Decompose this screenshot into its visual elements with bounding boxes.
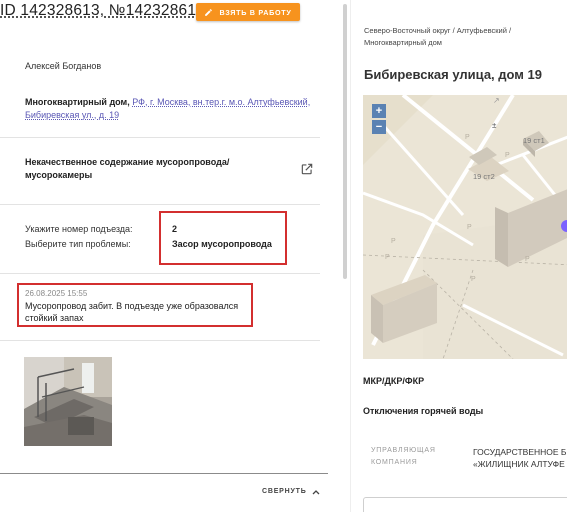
breadcrumb: Северо-Восточный округ / Алтуфьевский / … (364, 26, 512, 47)
zoom-in-button[interactable]: + (372, 104, 386, 118)
management-company-label: УПРАВЛЯЮЩАЯ КОМПАНИЯ (371, 447, 436, 466)
map-parking-label: P (525, 256, 530, 263)
ticket-id-title[interactable]: ID 142328613, №142328613 (0, 2, 205, 20)
zoom-out-button[interactable]: − (372, 120, 386, 134)
take-to-work-button[interactable]: ВЗЯТЬ В РАБОТУ (196, 3, 300, 21)
author-name: Алексей Богданов (25, 61, 102, 71)
map-parking-label: P (391, 238, 396, 245)
map-parking-label: P (467, 224, 472, 231)
bottom-card (363, 497, 567, 512)
divider (0, 137, 320, 138)
divider (0, 273, 320, 274)
highlight-box (159, 211, 287, 265)
collapse-label: СВЕРНУТЬ (262, 488, 307, 495)
highlight-box (17, 283, 253, 327)
divider (0, 473, 328, 474)
ticket-panel: ID 142328613, №142328613 ВЗЯТЬ В РАБОТУ … (0, 0, 328, 512)
problem-category: Некачественное содержание мусоропровода/… (25, 157, 230, 180)
attached-photo[interactable] (24, 357, 112, 446)
map-parking-label: P (385, 254, 390, 261)
map-parking-label: P (471, 276, 476, 283)
object-title: Бибиревская улица, дом 19 (364, 67, 542, 82)
entrance-label: Укажите номер подъезда: (25, 224, 133, 234)
pencil-icon (205, 8, 213, 16)
take-to-work-label: ВЗЯТЬ В РАБОТУ (219, 7, 292, 17)
svg-text:±: ± (492, 121, 497, 130)
address-kind: Многоквартирный дом, (25, 97, 130, 107)
chevron-up-icon (312, 489, 320, 494)
hot-water-section-title: Отключения горячей воды (363, 406, 484, 416)
divider (0, 340, 320, 341)
open-external-icon[interactable] (300, 162, 314, 176)
map-parking-label: P (505, 152, 510, 159)
problem-type-label: Выберите тип проблемы: (25, 239, 131, 249)
form-labels: Укажите номер подъезда: Выберите тип про… (25, 222, 133, 252)
object-panel: Северо-Восточный округ / Алтуфьевский / … (351, 0, 567, 512)
mkr-section-title: МКР/ДКР/ФКР (363, 376, 425, 386)
collapse-button[interactable]: СВЕРНУТЬ (262, 488, 320, 495)
map-label-building-2: 19 ст2 (473, 172, 495, 181)
scrollbar[interactable] (343, 4, 347, 279)
management-company-value: ГОСУДАРСТВЕННОЕ Б «ЖИЛИЩНИК АЛТУФЕ (473, 447, 567, 469)
map-parking-label: P (465, 134, 470, 141)
divider (0, 204, 320, 205)
map-label-building-1: 19 ст1 (523, 136, 545, 145)
map[interactable]: 19 ст2 19 ст1 P P P P P P ↗ ± P + − (363, 95, 567, 359)
address: Многоквартирный дом, РФ, г. Москва, вн.т… (25, 96, 317, 122)
svg-text:↗: ↗ (493, 96, 500, 105)
